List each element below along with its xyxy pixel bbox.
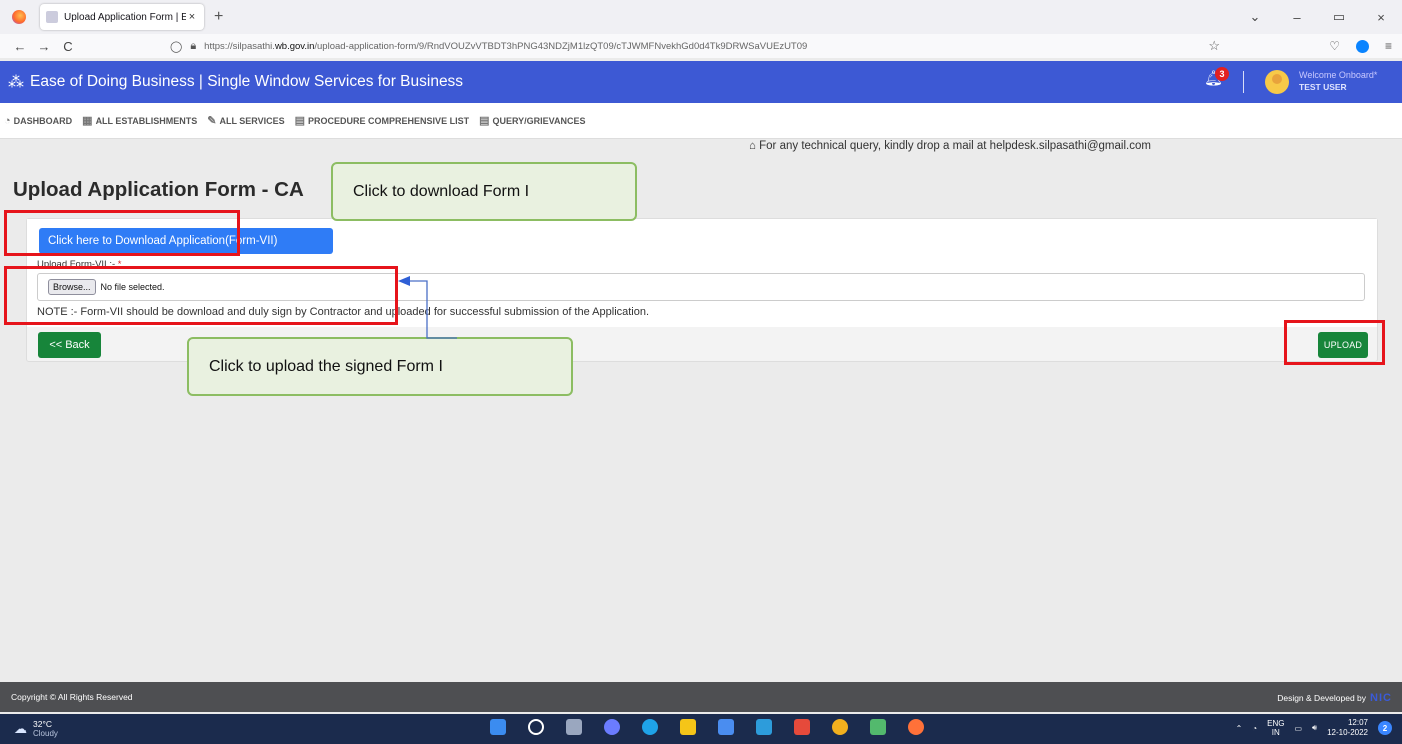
designed-by: Design & Developed by NIC: [1277, 692, 1392, 704]
url-prefix: https://silpasathi.: [204, 40, 275, 52]
window-controls: ⌄ – ▭ ×: [1234, 0, 1402, 34]
copyright-text: Copyright © All Rights Reserved: [11, 692, 133, 702]
windows-start-icon[interactable]: [490, 719, 506, 735]
wps-icon[interactable]: [794, 719, 810, 735]
clock[interactable]: 12:07 12-10-2022: [1327, 718, 1368, 738]
close-window-button[interactable]: ×: [1360, 10, 1402, 25]
minimize-button[interactable]: –: [1276, 10, 1318, 25]
edge-icon[interactable]: [642, 719, 658, 735]
reload-icon[interactable]: C: [56, 39, 80, 54]
list-icon: ▤: [294, 115, 306, 127]
lock-icon: 🔒︎: [190, 39, 197, 52]
header-divider: [1243, 71, 1244, 93]
pocket-icon[interactable]: ♡: [1329, 39, 1340, 53]
chat-icon[interactable]: [604, 719, 620, 735]
back-button[interactable]: << Back: [38, 332, 101, 358]
tab-close-icon[interactable]: ×: [186, 11, 198, 23]
bookmark-star-icon[interactable]: ☆: [1208, 38, 1220, 54]
notification-center-badge[interactable]: 2: [1378, 721, 1392, 735]
search-icon[interactable]: [528, 719, 544, 735]
firefox-taskbar-icon[interactable]: [908, 719, 924, 735]
callout-download: Click to download Form I: [331, 162, 637, 221]
restore-button[interactable]: ▭: [1318, 9, 1360, 25]
logo-icon: ⁂: [8, 74, 24, 91]
nav-item-dashboard[interactable]: ◔ DASHBOARD: [4, 115, 72, 127]
nav-label: PROCEDURE COMPREHENSIVE LIST: [308, 115, 470, 126]
notification-badge: 3: [1215, 67, 1229, 81]
language-indicator[interactable]: ENG IN: [1267, 719, 1284, 737]
nav-item-procedure-list[interactable]: ▤ PROCEDURE COMPREHENSIVE LIST: [295, 114, 469, 127]
callout-upload: Click to upload the signed Form I: [187, 337, 573, 396]
weather-condition: Cloudy: [33, 729, 58, 738]
building-icon: ▦: [82, 115, 93, 127]
nav-item-all-establishments[interactable]: ▦ ALL ESTABLISHMENTS: [82, 114, 197, 127]
url-path: /upload-application-form/9/RndVOUZvVTBDT…: [314, 40, 808, 52]
menu-icon[interactable]: ≡: [1385, 39, 1392, 53]
highlight-upload-box: [1284, 320, 1385, 365]
file-explorer-icon[interactable]: [680, 719, 696, 735]
tab-title: Upload Application Form | Ease of d: [64, 11, 186, 23]
system-tray: ⌃ ◔ ENG IN ▭ 🔊︎ 12:07 12-10-2022 2: [1236, 718, 1392, 738]
site-title[interactable]: Ease of Doing Business | Single Window S…: [30, 73, 463, 91]
date: 12-10-2022: [1327, 728, 1368, 737]
cloud-icon: ☁: [14, 721, 27, 736]
chevron-up-icon[interactable]: ⌃: [1236, 724, 1243, 733]
list-icon: ▤: [479, 115, 490, 127]
site-header: ⁂ Ease of Doing Business | Single Window…: [0, 61, 1402, 103]
new-tab-button[interactable]: +: [214, 8, 223, 26]
firefox-icon: [12, 10, 26, 24]
windows-taskbar: ☁ 32°C Cloudy ⌃ ◔ ENG IN ▭ 🔊︎ 12:07 12-1…: [0, 714, 1402, 744]
temperature: 32°C: [33, 719, 52, 729]
toolbar-right: ♡ ≡: [1329, 34, 1392, 58]
nav-label: DASHBOARD: [13, 115, 73, 126]
nic-logo: NIC: [1370, 692, 1392, 704]
shield-icon: ◯: [170, 40, 183, 53]
time: 12:07: [1347, 718, 1368, 727]
highlight-download-box: [4, 210, 240, 256]
display-icon[interactable]: ▭: [1294, 724, 1302, 733]
welcome-text: Welcome Onboard*: [1299, 70, 1378, 80]
wrench-icon: ✎: [207, 115, 217, 127]
account-icon[interactable]: [1355, 39, 1369, 53]
page-title: Upload Application Form - CA: [13, 178, 304, 201]
nav-label: ALL SERVICES: [219, 115, 285, 126]
dashboard-icon: ◔: [4, 114, 11, 127]
tab-list-dropdown-icon[interactable]: ⌄: [1234, 9, 1276, 25]
volume-icon[interactable]: 🔊︎: [1312, 723, 1317, 733]
nav-item-all-services[interactable]: ✎ ALL SERVICES: [207, 114, 284, 127]
app-icon[interactable]: [870, 719, 886, 735]
weather-widget[interactable]: ☁ 32°C Cloudy: [14, 719, 58, 739]
favicon-icon: [46, 11, 58, 23]
site-footer: Copyright © All Rights Reserved Design &…: [0, 682, 1402, 712]
nav-item-query-grievances[interactable]: ▤ QUERY/GRIEVANCES: [479, 114, 585, 127]
lang-bottom: IN: [1271, 728, 1280, 737]
browser-nav-bar: ← → C ◯ 🔒︎ https://silpasathi. wb.gov.in /…: [0, 34, 1402, 58]
nav-label: QUERY/GRIEVANCES: [492, 115, 586, 126]
browser-tab-bar: Upload Application Form | Ease of d × + …: [0, 0, 1402, 34]
store-icon[interactable]: [718, 719, 734, 735]
chrome-icon[interactable]: [832, 719, 848, 735]
user-name[interactable]: TEST USER: [1299, 82, 1347, 92]
mail-icon[interactable]: [756, 719, 772, 735]
designed-by-text: Design & Developed by: [1277, 693, 1367, 703]
main-nav: ◔ DASHBOARD ▦ ALL ESTABLISHMENTS ✎ ALL S…: [0, 103, 1402, 139]
helpline-text: ⌂ For any technical query, kindly drop a…: [749, 140, 1151, 152]
back-arrow-icon[interactable]: ←: [8, 39, 32, 54]
avatar[interactable]: [1265, 70, 1289, 94]
task-view-icon[interactable]: [566, 719, 582, 735]
nav-label: ALL ESTABLISHMENTS: [95, 115, 198, 126]
lang-top: ENG: [1267, 719, 1285, 728]
url-domain: wb.gov.in: [274, 40, 315, 52]
browser-tab[interactable]: Upload Application Form | Ease of d ×: [40, 4, 204, 30]
address-bar[interactable]: ◯ 🔒︎ https://silpasathi. wb.gov.in/upload…: [170, 36, 1230, 56]
network-icon[interactable]: ◔: [1252, 724, 1257, 733]
taskbar-apps: [490, 719, 924, 735]
forward-arrow-icon[interactable]: →: [32, 39, 56, 54]
highlight-file-input-box: [4, 266, 398, 325]
